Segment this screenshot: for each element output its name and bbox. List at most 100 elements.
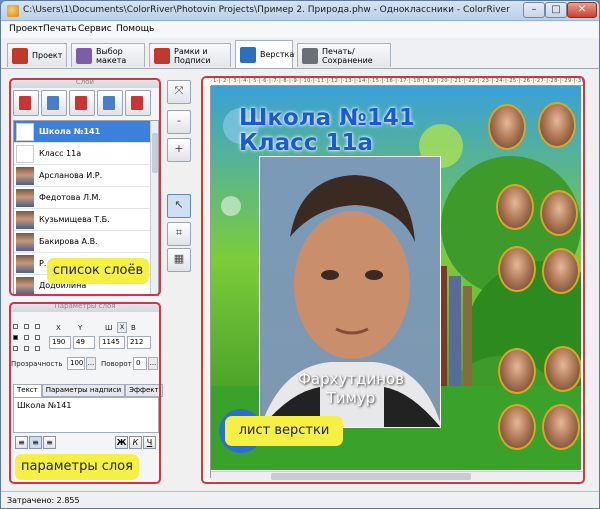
move-layer-up-icon[interactable] — [97, 90, 123, 116]
close-button[interactable]: ✕ — [567, 2, 597, 18]
scrollbar-thumb[interactable] — [152, 133, 158, 173]
school-title-text[interactable]: Школа №141 Класс 11а — [239, 106, 415, 156]
tab-effect[interactable]: Эффект — [125, 384, 163, 397]
layer-label: Арсланова И.Р. — [39, 171, 103, 180]
move-layer-down-icon[interactable] — [125, 90, 151, 116]
italic-button[interactable]: К — [129, 436, 142, 449]
student-name-text[interactable]: Фархутдинов Тимур — [251, 370, 451, 408]
anchor-point[interactable] — [24, 335, 29, 340]
x-label: X — [56, 324, 61, 332]
list-item[interactable]: Федотова Л.М. — [14, 187, 152, 209]
align-left-icon[interactable]: ≡ — [15, 436, 28, 449]
anchor-point[interactable] — [35, 346, 40, 351]
tab-project[interactable]: Проект — [7, 43, 67, 67]
add-text-layer-icon[interactable] — [41, 90, 67, 116]
list-item[interactable]: Школа №141 — [14, 121, 152, 143]
list-item[interactable]: Кузьмищева Т.Б. — [14, 209, 152, 231]
layer-text-input[interactable]: Школа №141 — [13, 397, 159, 433]
tab-frames[interactable]: Рамки и Подписи — [149, 43, 231, 67]
menu-service[interactable]: Сервис — [78, 24, 112, 34]
menu-bar: Проект Печать Сервис Помощь — [1, 22, 599, 38]
menu-print[interactable]: Печать — [43, 24, 77, 34]
tab-label: Рамки и Подписи — [174, 46, 211, 65]
layout-canvas-area[interactable]: ·1·|·2·|·3·|·4·|·5·|·6·|·7·|·8·|·9·|·10·… — [201, 76, 585, 484]
anchor-grid[interactable] — [13, 324, 43, 354]
teacher-photo[interactable] — [540, 190, 578, 236]
align-right-icon[interactable]: ≡ — [43, 436, 56, 449]
anchor-point[interactable] — [35, 324, 40, 329]
layer-list-scrollbar[interactable] — [150, 121, 158, 295]
params-tabs: Текст Параметры надписи Эффект — [13, 384, 163, 397]
width-input[interactable]: 1145 — [99, 336, 125, 349]
rotate-input[interactable]: 0 — [133, 357, 147, 370]
anchor-point[interactable] — [35, 335, 40, 340]
height-input[interactable]: 212 — [127, 336, 151, 349]
layout-sheet[interactable]: Школа №141 Класс 11а Фархутдинов Тимур л… — [211, 86, 581, 470]
x-input[interactable]: 190 — [49, 336, 71, 349]
list-item[interactable]: Класс 11а — [14, 143, 152, 165]
lock-proportions-button[interactable]: X — [117, 322, 127, 333]
menu-project[interactable]: Проект — [9, 24, 43, 34]
grid-icon[interactable]: ▦ — [167, 248, 191, 272]
photo-thumbnail — [16, 254, 34, 273]
y-input[interactable]: 49 — [73, 336, 95, 349]
menu-help[interactable]: Помощь — [116, 24, 154, 34]
layers-callout: список слоёв — [47, 258, 149, 284]
photo-thumbnail — [16, 276, 34, 295]
list-item[interactable]: Бакирова А.В. — [14, 231, 152, 253]
format-toolbar: ≡ ≡ ≡ Ж К Ч — [13, 436, 159, 450]
tab-text[interactable]: Текст — [13, 384, 42, 397]
zoom-in-icon[interactable]: + — [167, 138, 191, 162]
canvas-scrollbar[interactable] — [211, 471, 583, 481]
anchor-point[interactable] — [13, 346, 18, 351]
minimize-button[interactable]: – — [523, 2, 545, 18]
opacity-more-button[interactable]: ... — [86, 357, 96, 370]
delete-layer-icon[interactable] — [69, 90, 95, 116]
teacher-photo[interactable] — [542, 248, 580, 294]
view-toolbar: ⤧ - + ↖ ⌗ ▦ — [165, 76, 195, 276]
crop-icon[interactable]: ⌗ — [167, 222, 191, 246]
photo-thumbnail — [16, 210, 34, 229]
teacher-photo[interactable] — [538, 102, 576, 148]
text-thumbnail — [16, 144, 34, 163]
left-panel: Слои Школа №141 Класс 11а Арсланова И.Р.… — [9, 76, 163, 484]
horizontal-ruler: ·1·|·2·|·3·|·4·|·5·|·6·|·7·|·8·|·9·|·10·… — [211, 78, 583, 86]
tab-print-save[interactable]: Печать/Сохранение — [297, 43, 391, 67]
teacher-photo[interactable] — [488, 104, 526, 150]
rotate-more-button[interactable]: ... — [148, 357, 158, 370]
zoom-out-icon[interactable]: - — [167, 110, 191, 134]
tab-caption-params[interactable]: Параметры надписи — [41, 384, 126, 397]
fit-icon[interactable]: ⤧ — [167, 80, 191, 104]
list-item[interactable]: Арсланова И.Р. — [14, 165, 152, 187]
tab-label: Выбор макета — [96, 46, 127, 65]
photo-thumbnail — [16, 166, 34, 185]
teacher-photo[interactable] — [498, 246, 536, 292]
anchor-point[interactable] — [24, 346, 29, 351]
tab-layout-edit[interactable]: Верстка — [235, 40, 294, 68]
teacher-photo[interactable] — [542, 404, 580, 450]
align-center-icon[interactable]: ≡ — [29, 436, 42, 449]
layout-icon — [76, 47, 92, 64]
maximize-button[interactable]: □ — [545, 2, 567, 18]
scrollbar-thumb[interactable] — [271, 473, 471, 480]
tab-layout-choice[interactable]: Выбор макета — [71, 43, 145, 67]
teacher-photo[interactable] — [498, 404, 536, 450]
bold-button[interactable]: Ж — [115, 436, 128, 449]
anchor-point[interactable] — [24, 324, 29, 329]
teacher-photo[interactable] — [496, 184, 534, 230]
underline-button[interactable]: Ч — [143, 436, 156, 449]
add-layer-icon[interactable] — [13, 90, 39, 116]
name-line-1: Фархутдинов — [297, 370, 405, 388]
opacity-input[interactable]: 100 — [67, 357, 85, 370]
layout-edit-icon — [240, 46, 256, 63]
pointer-icon[interactable]: ↖ — [167, 194, 191, 218]
h-label: В — [131, 324, 136, 332]
teacher-photo[interactable] — [498, 348, 536, 394]
anchor-point[interactable] — [13, 335, 18, 340]
y-label: Y — [78, 324, 83, 332]
teacher-photo[interactable] — [544, 346, 581, 392]
anchor-point[interactable] — [13, 324, 18, 329]
layer-toolbar — [13, 90, 159, 116]
sheet-callout: лист верстки — [225, 416, 343, 446]
status-bar: Затрачено: 2.855 — [1, 491, 599, 508]
